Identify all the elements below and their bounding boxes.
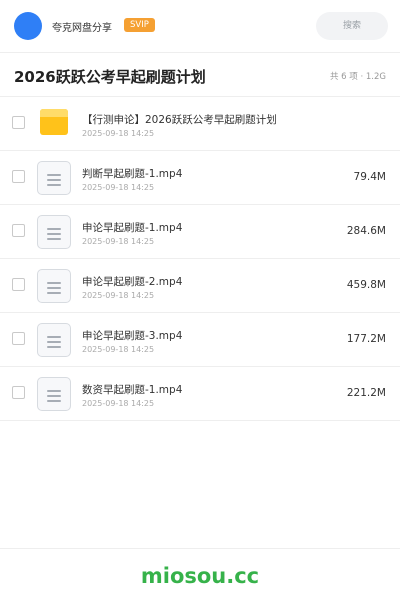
file-date: 2025-09-18 14:25 <box>82 129 155 138</box>
search-input[interactable]: 搜索 <box>316 12 388 40</box>
file-size: 221.2M <box>346 387 386 399</box>
file-name: 申论早起刷题-1.mp4 <box>82 222 183 234</box>
list-item[interactable]: 判断早起刷题-1.mp4 2025-09-18 14:25 79.4M <box>0 151 400 205</box>
file-icon <box>37 323 71 357</box>
file-name: 申论早起刷题-3.mp4 <box>82 330 183 342</box>
app-name: 夸克网盘分享 <box>52 23 112 34</box>
file-list: 【行测申论】2026跃跃公考早起刷题计划 2025-09-18 14:25 判断… <box>0 97 400 421</box>
file-name: 数资早起刷题-1.mp4 <box>82 384 183 396</box>
svip-badge: SVIP <box>124 18 155 32</box>
file-name: 申论早起刷题-2.mp4 <box>82 276 183 288</box>
file-size: 177.2M <box>346 333 386 345</box>
list-item[interactable]: 数资早起刷题-1.mp4 2025-09-18 14:25 221.2M <box>0 367 400 421</box>
checkbox[interactable] <box>12 170 25 183</box>
file-date: 2025-09-18 14:25 <box>82 345 155 354</box>
file-icon <box>37 215 71 249</box>
file-name: 【行测申论】2026跃跃公考早起刷题计划 <box>82 114 277 126</box>
divider <box>0 52 400 53</box>
checkbox[interactable] <box>12 224 25 237</box>
watermark-text: miosou.cc <box>140 564 260 588</box>
page-title: 2026跃跃公考早起刷题计划 <box>14 68 206 86</box>
file-size: 459.8M <box>346 279 386 291</box>
file-date: 2025-09-18 14:25 <box>82 291 155 300</box>
file-date: 2025-09-18 14:25 <box>82 183 155 192</box>
list-item[interactable]: 申论早起刷题-1.mp4 2025-09-18 14:25 284.6M <box>0 205 400 259</box>
list-item[interactable]: 申论早起刷题-3.mp4 2025-09-18 14:25 177.2M <box>0 313 400 367</box>
file-icon <box>37 161 71 195</box>
file-name: 判断早起刷题-1.mp4 <box>82 168 183 180</box>
file-date: 2025-09-18 14:25 <box>82 237 155 246</box>
top-bar: 夸克网盘分享 SVIP 搜索 <box>0 0 400 52</box>
file-size: 79.4M <box>353 171 386 183</box>
share-meta: 共 6 项 · 1.2G <box>329 72 386 82</box>
checkbox[interactable] <box>12 116 25 129</box>
file-size: 284.6M <box>346 225 386 237</box>
divider <box>0 548 400 549</box>
checkbox[interactable] <box>12 278 25 291</box>
checkbox[interactable] <box>12 386 25 399</box>
checkbox[interactable] <box>12 332 25 345</box>
list-item[interactable]: 【行测申论】2026跃跃公考早起刷题计划 2025-09-18 14:25 <box>0 97 400 151</box>
list-item[interactable]: 申论早起刷题-2.mp4 2025-09-18 14:25 459.8M <box>0 259 400 313</box>
file-icon <box>37 269 71 303</box>
folder-icon <box>40 109 68 135</box>
file-icon <box>37 377 71 411</box>
file-date: 2025-09-18 14:25 <box>82 399 155 408</box>
avatar[interactable] <box>14 12 42 40</box>
